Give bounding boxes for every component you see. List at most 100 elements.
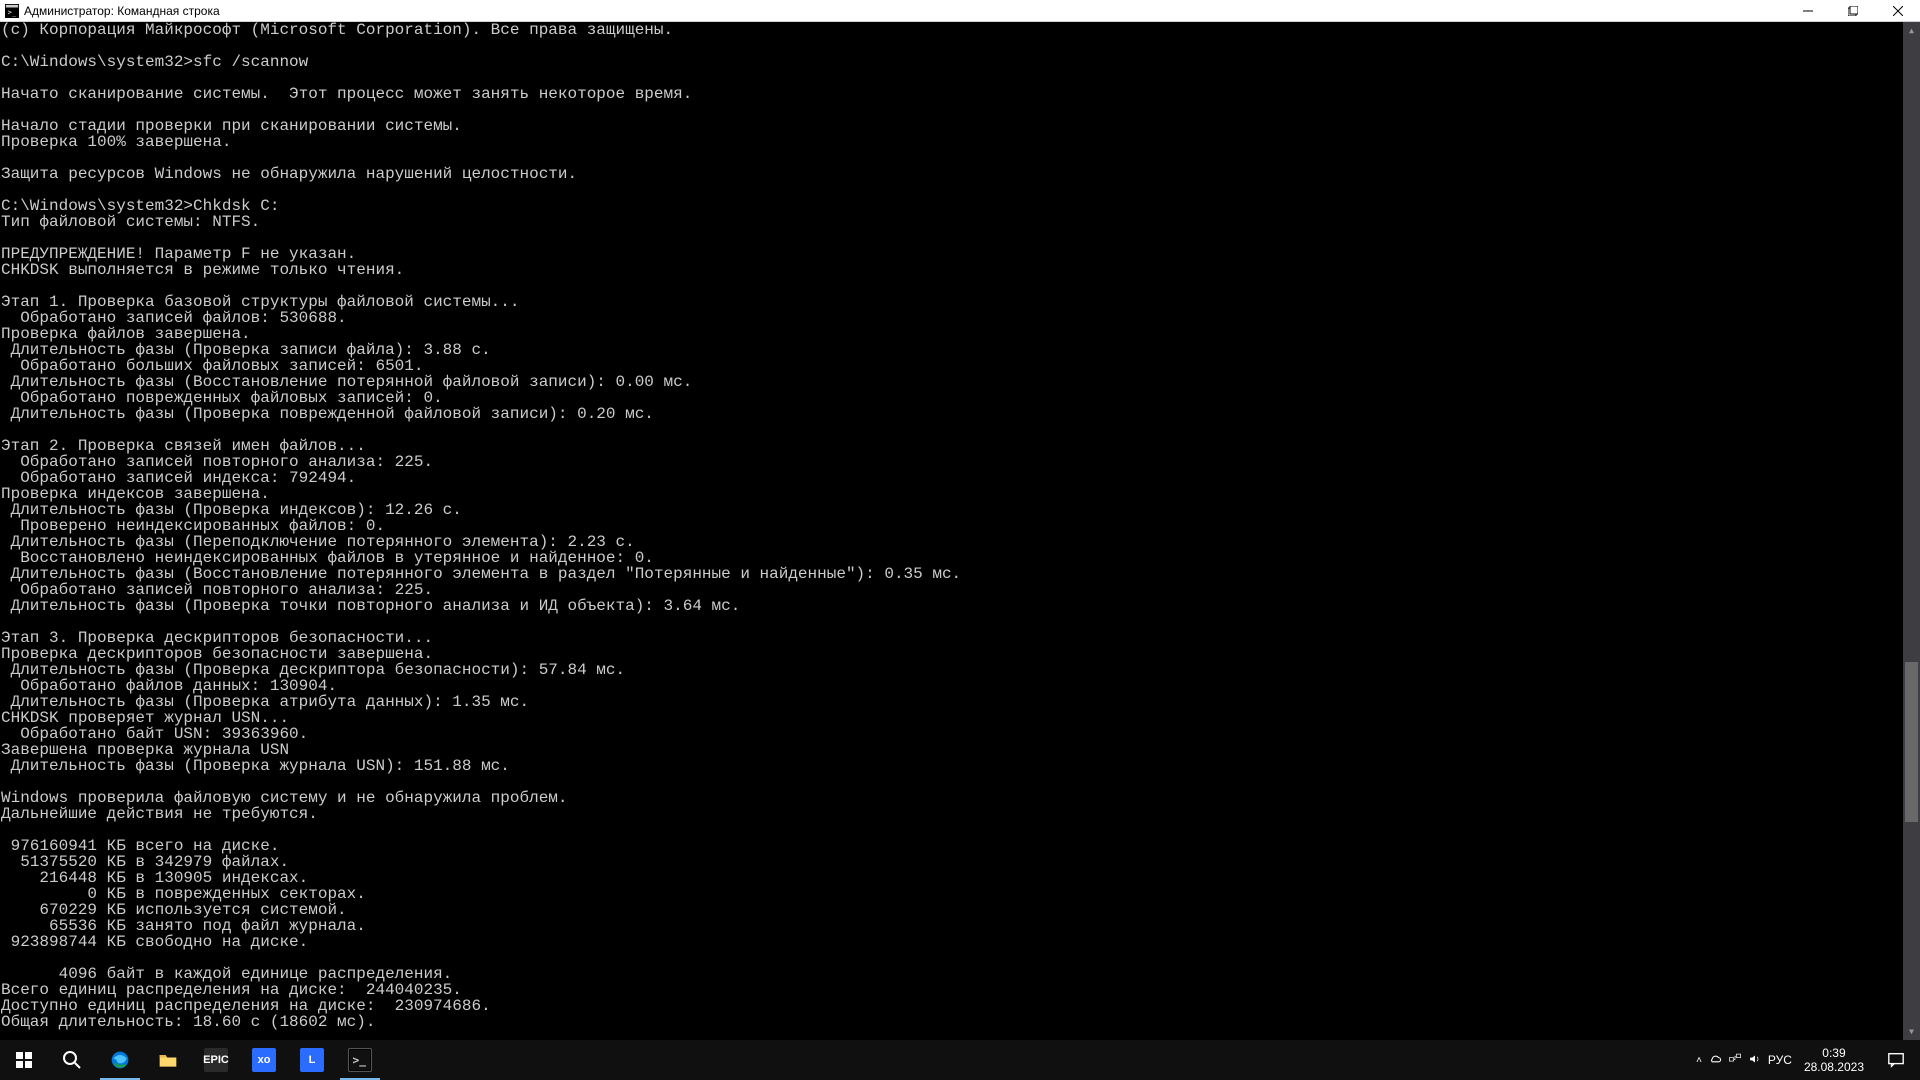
console-line: Этап 2. Проверка связей имен файлов... bbox=[1, 438, 1920, 454]
console-line bbox=[1, 278, 1920, 294]
taskbar: EPIC xo L >_ ˄ РУС 0:39 28.08.2023 bbox=[0, 1040, 1920, 1080]
taskbar-app-xo[interactable]: xo bbox=[240, 1040, 288, 1080]
edge-icon bbox=[108, 1048, 132, 1072]
console-line: CHKDSK выполняется в режиме только чтени… bbox=[1, 262, 1920, 278]
console-line: Обработано записей повторного анализа: 2… bbox=[1, 454, 1920, 470]
console-line: Длительность фазы (Проверка журнала USN)… bbox=[1, 758, 1920, 774]
start-button[interactable] bbox=[0, 1040, 48, 1080]
console-line bbox=[1, 38, 1920, 54]
console-line bbox=[1, 774, 1920, 790]
console-line: Этап 3. Проверка дескрипторов безопаснос… bbox=[1, 630, 1920, 646]
console-line: Длительность фазы (Проверка дескриптора … bbox=[1, 662, 1920, 678]
console-line: Windows проверила файловую систему и не … bbox=[1, 790, 1920, 806]
console-line: Длительность фазы (Проверка индексов): 1… bbox=[1, 502, 1920, 518]
console-line bbox=[1, 182, 1920, 198]
scrollbar[interactable]: ▲ ▼ bbox=[1903, 22, 1920, 1040]
titlebar[interactable]: >_ Администратор: Командная строка bbox=[0, 0, 1920, 22]
console-line: Тип файловой системы: NTFS. bbox=[1, 214, 1920, 230]
console-line: 0 КБ в поврежденных секторах. bbox=[1, 886, 1920, 902]
console-line bbox=[1, 150, 1920, 166]
console-line: Длительность фазы (Восстановление потеря… bbox=[1, 566, 1920, 582]
console-line: Этап 1. Проверка базовой структуры файло… bbox=[1, 294, 1920, 310]
console-line: Обработано записей индекса: 792494. bbox=[1, 470, 1920, 486]
tray-chevron-icon[interactable]: ˄ bbox=[1696, 1055, 1702, 1066]
console-line: Дальнейшие действия не требуются. bbox=[1, 806, 1920, 822]
folder-icon bbox=[156, 1048, 180, 1072]
console-line: CHKDSK проверяет журнал USN... bbox=[1, 710, 1920, 726]
maximize-button[interactable] bbox=[1830, 0, 1875, 22]
window-title: Администратор: Командная строка bbox=[24, 4, 220, 18]
console-line: Завершена проверка журнала USN bbox=[1, 742, 1920, 758]
scrollbar-thumb[interactable] bbox=[1905, 662, 1918, 822]
console-line bbox=[1, 822, 1920, 838]
console-line: 65536 КБ занято под файл журнала. bbox=[1, 918, 1920, 934]
clock-date: 28.08.2023 bbox=[1804, 1060, 1864, 1074]
console-line: Обработано поврежденных файловых записей… bbox=[1, 390, 1920, 406]
cmd-icon: >_ bbox=[4, 3, 20, 19]
console-line: Длительность фазы (Проверка записи файла… bbox=[1, 342, 1920, 358]
console-line: 51375520 КБ в 342979 файлах. bbox=[1, 854, 1920, 870]
console-line: Обработано записей файлов: 530688. bbox=[1, 310, 1920, 326]
cmd-taskbar-icon: >_ bbox=[348, 1048, 372, 1072]
close-button[interactable] bbox=[1875, 0, 1920, 22]
console-line: Восстановлено неиндексированных файлов в… bbox=[1, 550, 1920, 566]
taskbar-app-cmd[interactable]: >_ bbox=[336, 1040, 384, 1080]
console-line: Проверка индексов завершена. bbox=[1, 486, 1920, 502]
console-line: Проверено неиндексированных файлов: 0. bbox=[1, 518, 1920, 534]
windows-icon bbox=[12, 1048, 36, 1072]
console-line: 976160941 КБ всего на диске. bbox=[1, 838, 1920, 854]
console-line: Длительность фазы (Переподключение потер… bbox=[1, 534, 1920, 550]
system-tray[interactable]: ˄ РУС bbox=[1692, 1040, 1796, 1080]
console-line: Обработано записей повторного анализа: 2… bbox=[1, 582, 1920, 598]
console-line: (c) Корпорация Майкрософт (Microsoft Cor… bbox=[1, 22, 1920, 38]
clock-time: 0:39 bbox=[1804, 1046, 1864, 1060]
console-line bbox=[1, 230, 1920, 246]
taskbar-app-epic[interactable]: EPIC bbox=[192, 1040, 240, 1080]
tray-network-icon[interactable] bbox=[1728, 1052, 1742, 1069]
search-icon bbox=[60, 1048, 84, 1072]
console-line: Защита ресурсов Windows не обнаружила на… bbox=[1, 166, 1920, 182]
console-line: Длительность фазы (Проверка атрибута дан… bbox=[1, 694, 1920, 710]
l-icon: L bbox=[300, 1048, 324, 1072]
console-line: Длительность фазы (Восстановление потеря… bbox=[1, 374, 1920, 390]
console-line: Начато сканирование системы. Этот процес… bbox=[1, 86, 1920, 102]
search-button[interactable] bbox=[48, 1040, 96, 1080]
console-line: Проверка файлов завершена. bbox=[1, 326, 1920, 342]
taskbar-app-l[interactable]: L bbox=[288, 1040, 336, 1080]
taskbar-clock[interactable]: 0:39 28.08.2023 bbox=[1796, 1046, 1872, 1074]
console-line: Проверка дескрипторов безопасности завер… bbox=[1, 646, 1920, 662]
console-line: Начало стадии проверки при сканировании … bbox=[1, 118, 1920, 134]
console-line bbox=[1, 70, 1920, 86]
taskbar-app-edge[interactable] bbox=[96, 1040, 144, 1080]
console-line: ПРЕДУПРЕЖДЕНИЕ! Параметр F не указан. bbox=[1, 246, 1920, 262]
console-line: 923898744 КБ свободно на диске. bbox=[1, 934, 1920, 950]
console-output[interactable]: (c) Корпорация Майкрософт (Microsoft Cor… bbox=[0, 22, 1920, 1040]
console-line bbox=[1, 102, 1920, 118]
console-line: Всего единиц распределения на диске: 244… bbox=[1, 982, 1920, 998]
console-line: Обработано больших файловых записей: 650… bbox=[1, 358, 1920, 374]
taskbar-app-explorer[interactable] bbox=[144, 1040, 192, 1080]
scroll-down-button[interactable]: ▼ bbox=[1903, 1023, 1920, 1040]
console-line: 216448 КБ в 130905 индексах. bbox=[1, 870, 1920, 886]
console-line bbox=[1, 950, 1920, 966]
minimize-button[interactable] bbox=[1785, 0, 1830, 22]
console-line: Проверка 100% завершена. bbox=[1, 134, 1920, 150]
console-line: Обработано файлов данных: 130904. bbox=[1, 678, 1920, 694]
console-line: Длительность фазы (Проверка поврежденной… bbox=[1, 406, 1920, 422]
console-line: C:\Windows\system32>sfc /scannow bbox=[1, 54, 1920, 70]
console-line bbox=[1, 614, 1920, 630]
scroll-up-button[interactable]: ▲ bbox=[1903, 22, 1920, 39]
epic-icon: EPIC bbox=[204, 1048, 228, 1072]
xo-icon: xo bbox=[252, 1048, 276, 1072]
tray-volume-icon[interactable] bbox=[1748, 1052, 1762, 1069]
console-line: C:\Windows\system32>Chkdsk C: bbox=[1, 198, 1920, 214]
tray-language[interactable]: РУС bbox=[1768, 1053, 1792, 1067]
console-line: Доступно единиц распределения на диске: … bbox=[1, 998, 1920, 1014]
svg-text:>_: >_ bbox=[8, 8, 17, 16]
console-line: Общая длительность: 18.60 с (18602 мс). bbox=[1, 1014, 1920, 1030]
notification-button[interactable] bbox=[1872, 1040, 1920, 1080]
tray-cloud-icon[interactable] bbox=[1708, 1052, 1722, 1069]
console-line: 4096 байт в каждой единице распределения… bbox=[1, 966, 1920, 982]
console-line: Обработано байт USN: 39363960. bbox=[1, 726, 1920, 742]
svg-text:>_: >_ bbox=[353, 1054, 367, 1067]
